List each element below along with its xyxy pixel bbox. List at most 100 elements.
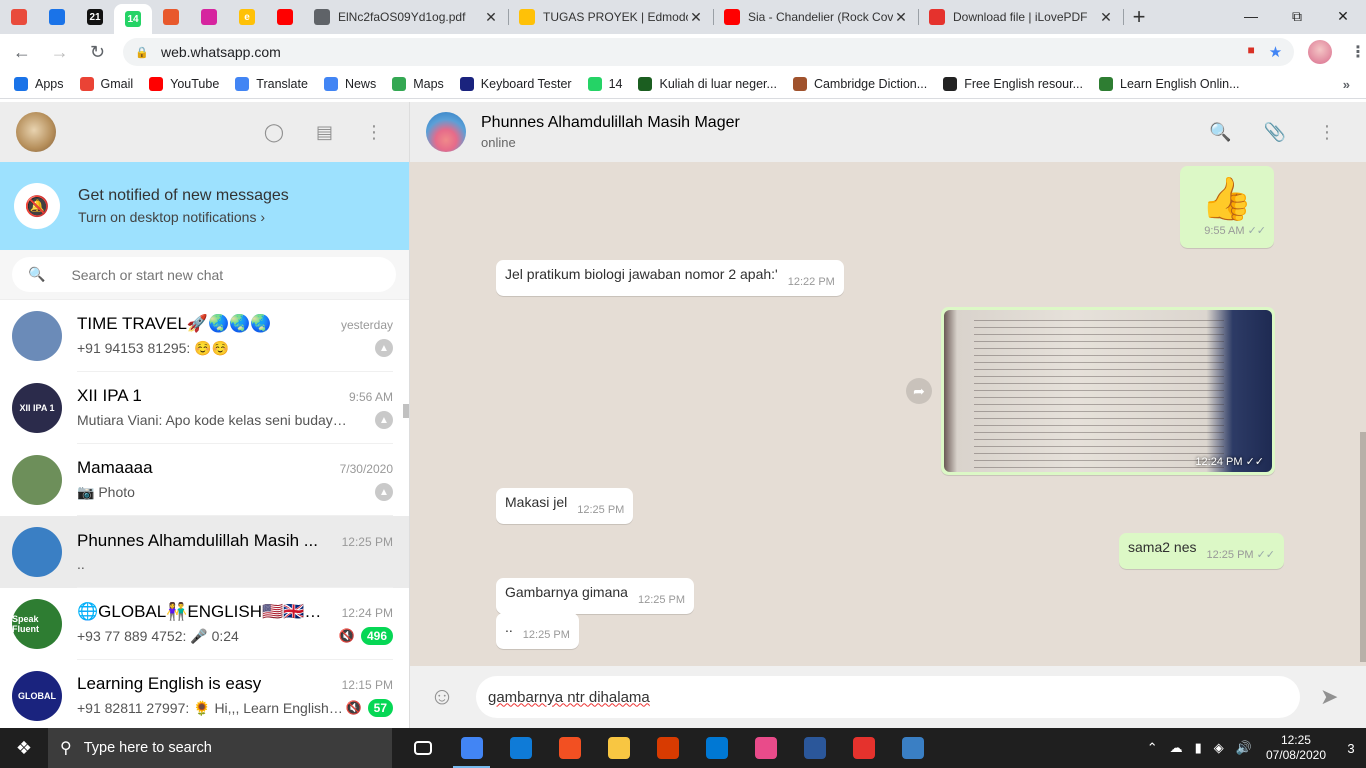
clock[interactable]: 12:25 07/08/2020 xyxy=(1266,733,1326,763)
chat-avatar[interactable] xyxy=(12,455,62,505)
volume-icon[interactable]: 🔊 xyxy=(1236,740,1252,756)
bookmark-item[interactable]: Keyboard Tester xyxy=(459,77,572,91)
messages-scrollbar[interactable] xyxy=(1360,432,1366,662)
taskbar-app[interactable] xyxy=(692,728,741,768)
bookmark-item[interactable]: Learn English Onlin... xyxy=(1099,77,1240,91)
chat-avatar[interactable] xyxy=(12,311,62,361)
conversation-menu-icon[interactable]: ⋮ xyxy=(1318,122,1336,143)
more-bookmarks-icon[interactable]: » xyxy=(1343,77,1350,92)
close-window-icon[interactable]: ✕ xyxy=(1320,0,1366,32)
taskbar-app[interactable] xyxy=(545,728,594,768)
message-bubble[interactable]: 👍 9:55 AM ✓✓ xyxy=(1180,166,1274,248)
pinned-tab[interactable]: 21 xyxy=(76,0,114,34)
taskbar-app[interactable] xyxy=(888,728,937,768)
pinned-tab[interactable]: 14 xyxy=(114,4,152,34)
blocked-popup-icon[interactable]: ■ xyxy=(1247,43,1254,61)
message-input[interactable]: gambarnya ntr dihalama xyxy=(476,676,1300,718)
taskbar-search[interactable]: ⚲ Type here to search xyxy=(48,728,392,768)
chat-list-item[interactable]: TIME TRAVEL🚀🌏🌏🌏 yesterday +91 94153 81295:… xyxy=(0,300,409,372)
attach-icon[interactable]: 📎 xyxy=(1264,122,1286,143)
chat-list-item[interactable]: Speak Fluent 🌐GLOBAL👫ENGLISH🇺🇸🇬🇧🇮🇳... 12:2… xyxy=(0,588,409,660)
pinned-tab[interactable] xyxy=(38,0,76,34)
message-bubble[interactable]: Gambarnya gimana 12:25 PM xyxy=(496,578,695,614)
tray-chevron-icon[interactable]: ⌃ xyxy=(1147,740,1158,756)
pinned-tab[interactable] xyxy=(266,0,304,34)
message-bubble[interactable]: Jel pratikum biologi jawaban nomor 2 apa… xyxy=(496,260,844,296)
taskbar-app[interactable] xyxy=(839,728,888,768)
bookmark-star-icon[interactable]: ★ xyxy=(1269,43,1282,61)
bookmark-item[interactable]: Kuliah di luar neger... xyxy=(638,77,777,91)
taskbar-app[interactable] xyxy=(447,728,496,768)
forward-icon[interactable]: ➦ xyxy=(906,378,932,404)
bookmark-item[interactable]: Translate xyxy=(235,77,308,91)
search-messages-icon[interactable]: 🔍 xyxy=(1209,122,1231,143)
my-avatar[interactable] xyxy=(16,112,56,152)
close-tab-icon[interactable]: ✕ xyxy=(893,9,909,26)
action-center-icon[interactable]: 3 xyxy=(1336,728,1366,768)
image-message[interactable]: 12:24 PM ✓✓ xyxy=(941,307,1275,475)
chat-avatar[interactable]: GLOBAL xyxy=(12,671,62,721)
pinned-tab[interactable] xyxy=(0,0,38,34)
sidebar-scrollbar[interactable] xyxy=(403,404,409,418)
notify-link[interactable]: Turn on desktop notifications › xyxy=(78,209,289,225)
browser-tab[interactable]: Download file | iLovePDF ✕ xyxy=(919,0,1124,34)
minimize-icon[interactable]: — xyxy=(1228,0,1274,32)
drive-icon xyxy=(49,9,65,25)
message-bubble[interactable]: Makasi jel 12:25 PM xyxy=(496,488,634,524)
back-icon[interactable]: ← xyxy=(6,36,38,68)
chat-list-item[interactable]: Mamaaaa 7/30/2020 📷 Photo ▲ xyxy=(0,444,409,516)
close-tab-icon[interactable]: ✕ xyxy=(483,9,499,26)
pinned-tab[interactable] xyxy=(152,0,190,34)
close-tab-icon[interactable]: ✕ xyxy=(688,9,704,26)
status-icon[interactable]: ◯ xyxy=(264,122,284,143)
bookmark-item[interactable]: YouTube xyxy=(149,77,219,91)
bookmark-item[interactable]: Free English resour... xyxy=(943,77,1083,91)
bookmark-item[interactable]: Maps xyxy=(392,77,444,91)
forward-icon[interactable]: → xyxy=(44,36,76,68)
menu-icon[interactable]: ⋮ xyxy=(365,122,383,143)
browser-tab[interactable]: Sia - Chandelier (Rock Cove ✕ xyxy=(714,0,919,34)
emoji-icon[interactable]: ☺ xyxy=(422,683,462,711)
bookmark-item[interactable]: News xyxy=(323,77,376,91)
chat-list-item[interactable]: GLOBAL Learning English is easy 12:15 PM +9… xyxy=(0,660,409,728)
search-input[interactable] xyxy=(71,266,352,283)
chrome-menu-icon[interactable]: ⋮ xyxy=(1350,42,1366,62)
send-icon[interactable]: ➤ xyxy=(1320,684,1338,710)
battery-icon[interactable]: ▮ xyxy=(1195,740,1202,756)
chat-list-item[interactable]: XII IPA 1 XII IPA 1 9:56 AM Mutiara Viani: … xyxy=(0,372,409,444)
taskbar-app[interactable] xyxy=(496,728,545,768)
document-photo[interactable]: 12:24 PM ✓✓ xyxy=(944,310,1272,472)
notification-banner[interactable]: 🔕 Get notified of new messages Turn on d… xyxy=(0,162,409,250)
taskbar-app[interactable] xyxy=(741,728,790,768)
onedrive-icon[interactable]: ☁ xyxy=(1170,740,1183,756)
pinned-tab[interactable]: e xyxy=(228,0,266,34)
chat-avatar[interactable]: XII IPA 1 xyxy=(12,383,62,433)
chat-avatar[interactable]: Speak Fluent xyxy=(12,599,62,649)
windows-start-icon[interactable]: ❖ xyxy=(0,728,48,768)
bookmark-item[interactable]: Cambridge Diction... xyxy=(792,77,927,91)
close-tab-icon[interactable]: ✕ xyxy=(1098,9,1114,26)
bookmark-item[interactable]: Apps xyxy=(14,77,64,91)
taskbar-app[interactable] xyxy=(594,728,643,768)
conversation-header[interactable]: Phunnes Alhamdulillah Masih Mager online… xyxy=(410,102,1366,162)
taskbar-app[interactable] xyxy=(398,728,447,768)
bookmark-item[interactable]: Gmail xyxy=(79,77,133,91)
new-tab-button[interactable]: + xyxy=(1124,0,1154,34)
taskbar-app[interactable] xyxy=(643,728,692,768)
reload-icon[interactable]: ↻ xyxy=(82,36,114,68)
browser-tab[interactable]: TUGAS PROYEK | Edmodo ✕ xyxy=(509,0,714,34)
address-bar[interactable]: 🔒 web.whatsapp.com ■ ★ xyxy=(123,38,1295,66)
browser-tab[interactable]: ElNc2faOS09Yd1og.pdf ✕ xyxy=(304,0,509,34)
contact-avatar[interactable] xyxy=(426,112,466,152)
message-bubble[interactable]: sama2 nes 12:25 PM ✓✓ xyxy=(1119,533,1285,569)
taskbar-app[interactable] xyxy=(790,728,839,768)
chat-list-item[interactable]: Phunnes Alhamdulillah Masih ... 12:25 PM.… xyxy=(0,516,409,588)
new-chat-icon[interactable]: ▤ xyxy=(316,122,333,143)
chat-avatar[interactable] xyxy=(12,527,62,577)
message-bubble[interactable]: .. 12:25 PM xyxy=(496,613,579,649)
network-icon[interactable]: ◈ xyxy=(1214,740,1224,756)
restore-icon[interactable]: ⧉ xyxy=(1274,0,1320,32)
profile-avatar[interactable] xyxy=(1308,40,1332,64)
bookmark-item[interactable]: 14 xyxy=(587,77,622,91)
pinned-tab[interactable] xyxy=(190,0,228,34)
